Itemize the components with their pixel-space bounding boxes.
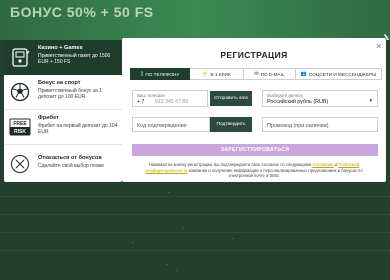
- phone-input[interactable]: 912 345 67 89: [155, 99, 188, 105]
- phone-field[interactable]: Ваш телефон + 7 912 345 67 89: [132, 90, 208, 107]
- register-button[interactable]: ЗАРЕГИСТРИРОВАТЬСЯ: [132, 144, 378, 156]
- phone-label: Ваш телефон: [137, 93, 165, 98]
- freebet-text-risk: RISK: [14, 129, 26, 135]
- bg-marker: ·: [232, 236, 234, 243]
- bonus-description: Фрибет на первый депозит до 104 EUR: [38, 123, 118, 136]
- bg-marker: ·: [166, 262, 168, 269]
- legal-text-part: компании и получение информации о персон…: [187, 167, 363, 179]
- modal-title: РЕГИСТРАЦИЯ: [220, 50, 288, 60]
- divider: [0, 232, 390, 233]
- tab-email[interactable]: ✉ ПО E-MAIL: [244, 68, 296, 80]
- promo-banner-text: БОНУС 50% + 50 FS: [10, 4, 154, 20]
- divider: [0, 196, 390, 197]
- confirmation-code-input[interactable]: Код подтверждения: [132, 117, 210, 132]
- bg-marker: ·: [132, 240, 134, 247]
- bonus-description: Приветственный пакет до 1500 EUR + 150 F…: [38, 53, 111, 66]
- tab-phone[interactable]: ▯ ПО ТЕЛЕФОНУ: [130, 68, 190, 80]
- bg-marker: ·: [176, 268, 178, 275]
- soccer-ball-icon: [9, 81, 31, 103]
- freebet-text-free: FREE: [13, 121, 27, 127]
- currency-label: Выберите валюту: [267, 93, 304, 98]
- chevron-down-icon: ▼: [368, 98, 373, 103]
- tab-label: ПО ТЕЛЕФОНУ: [145, 71, 180, 77]
- bonus-panel: Казино + Games Приветственный пакет до 1…: [4, 40, 122, 182]
- casino-icon: [9, 46, 31, 68]
- bonus-option-decline[interactable]: Отказаться от бонусов Сделайте свой выбо…: [4, 145, 122, 182]
- confirmation-code-placeholder: Код подтверждения: [137, 123, 187, 129]
- legal-text-part: Нажимая на кнопку регистрации, вы подтве…: [148, 162, 313, 167]
- currency-value: Российский рубль (RUB): [267, 99, 329, 105]
- promo-code-input[interactable]: Промокод (при наличии): [262, 117, 378, 132]
- tab-one-click[interactable]: ⚡ В 1 КЛИК: [190, 68, 244, 80]
- envelope-icon: ✉: [254, 71, 259, 77]
- decline-icon: [9, 153, 31, 175]
- tab-label: В 1 КЛИК: [210, 71, 231, 77]
- registration-tabs: ▯ ПО ТЕЛЕФОНУ ⚡ В 1 КЛИК ✉ ПО E-MAIL 👥 С…: [130, 68, 382, 80]
- send-sms-button[interactable]: Отправить sms: [210, 91, 252, 106]
- lightning-icon: ⚡: [202, 71, 209, 77]
- bg-marker: ·: [182, 226, 184, 233]
- registration-modal: × РЕГИСТРАЦИЯ ▯ ПО ТЕЛЕФОНУ ⚡ В 1 КЛИК ✉…: [122, 38, 386, 182]
- phone-country-code[interactable]: + 7: [137, 99, 144, 105]
- currency-select[interactable]: Выберите валюту Российский рубль (RUB) ▼: [262, 90, 378, 107]
- tab-label: СОЦСЕТИ И МЕССЕНДЖЕРЫ: [308, 71, 377, 77]
- bonus-title: Отказаться от бонусов: [38, 155, 102, 161]
- bg-marker: ·: [168, 190, 170, 197]
- confirm-button[interactable]: Подтвердить: [210, 117, 252, 132]
- legal-text: Нажимая на кнопку регистрации, вы подтве…: [136, 162, 372, 179]
- bonus-title: Казино + Games: [38, 45, 83, 51]
- tab-label: ПО E-MAIL: [260, 71, 285, 77]
- phone-icon: ▯: [140, 71, 144, 77]
- promo-code-placeholder: Промокод (при наличии): [267, 123, 329, 129]
- freebet-icon: FREE RISK: [9, 116, 31, 138]
- bonus-title: Бонус на спорт: [38, 80, 81, 86]
- promo-banner: БОНУС 50% + 50 FS: [0, 0, 390, 40]
- people-icon: 👥: [300, 71, 307, 77]
- bonus-option-freebet[interactable]: FREE RISK Фрибет Фрибет на первый депози…: [4, 110, 122, 145]
- bonus-option-sport[interactable]: Бонус на спорт Приветственный бонус за 1…: [4, 75, 122, 110]
- bonus-option-casino[interactable]: Казино + Games Приветственный пакет до 1…: [4, 40, 122, 75]
- divider: [0, 250, 390, 251]
- divider: [0, 214, 390, 215]
- bonus-description: Сделайте свой выбор позже: [38, 163, 105, 169]
- bonus-title: Фрибет: [38, 115, 59, 121]
- terms-link[interactable]: Условиями: [312, 162, 333, 167]
- tab-social[interactable]: 👥 СОЦСЕТИ И МЕССЕНДЖЕРЫ: [296, 68, 382, 80]
- bonus-description: Приветственный бонус за 1 депозит до 100…: [38, 88, 103, 101]
